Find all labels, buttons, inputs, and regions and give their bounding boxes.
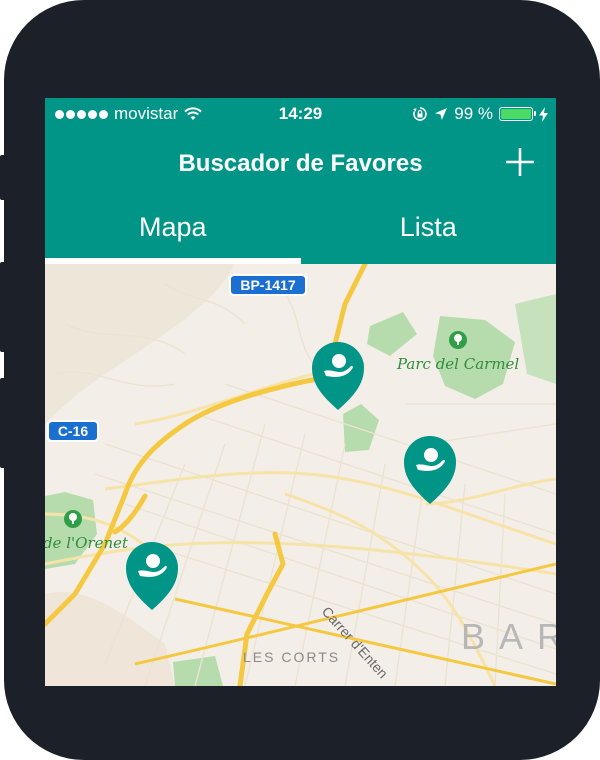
tab-mapa[interactable]: Mapa <box>45 192 301 264</box>
place-label-barcelona: BAR <box>461 616 556 657</box>
park-marker-icon <box>64 510 82 528</box>
phone-volume-down-button <box>0 378 6 468</box>
battery-percent: 99 % <box>454 104 493 123</box>
road-shield-c16: C-16 <box>47 420 99 442</box>
road-shield-label: C-16 <box>58 423 89 439</box>
add-favor-button[interactable] <box>504 146 536 178</box>
place-label-les-corts: LES CORTS <box>243 649 340 665</box>
place-label-parc-del-carmel: Parc del Carmel <box>396 355 519 373</box>
park-marker-icon <box>449 331 467 349</box>
phone-volume-up-button <box>0 262 6 352</box>
segmented-tabs: Mapa Lista <box>45 192 556 264</box>
tab-lista-label: Lista <box>399 212 457 242</box>
place-label-orenet: de l'Orenet <box>45 534 129 552</box>
status-bar: movistar 14:29 99 % <box>45 98 556 132</box>
nav-bar: Buscador de Favores <box>45 132 556 192</box>
map-canvas[interactable]: BP-1417 C-16 Parc del Carmel de l'Orenet… <box>45 264 556 686</box>
tab-lista[interactable]: Lista <box>301 192 557 264</box>
tab-mapa-label: Mapa <box>138 212 207 242</box>
road-shield-bp1417: BP-1417 <box>229 274 307 296</box>
charging-bolt-icon <box>539 106 548 122</box>
map-view[interactable]: BP-1417 C-16 Parc del Carmel de l'Orenet… <box>45 264 556 686</box>
status-right: 99 % <box>412 104 548 124</box>
app-screen: movistar 14:29 99 % Buscador de Favores … <box>45 98 556 686</box>
page-title: Buscador de Favores <box>178 150 423 177</box>
plus-icon <box>506 148 534 176</box>
road-shield-label: BP-1417 <box>240 277 295 293</box>
rotation-lock-icon <box>413 107 427 121</box>
phone-side-button <box>0 155 6 200</box>
battery-icon <box>499 107 536 121</box>
location-arrow-icon <box>435 108 448 120</box>
